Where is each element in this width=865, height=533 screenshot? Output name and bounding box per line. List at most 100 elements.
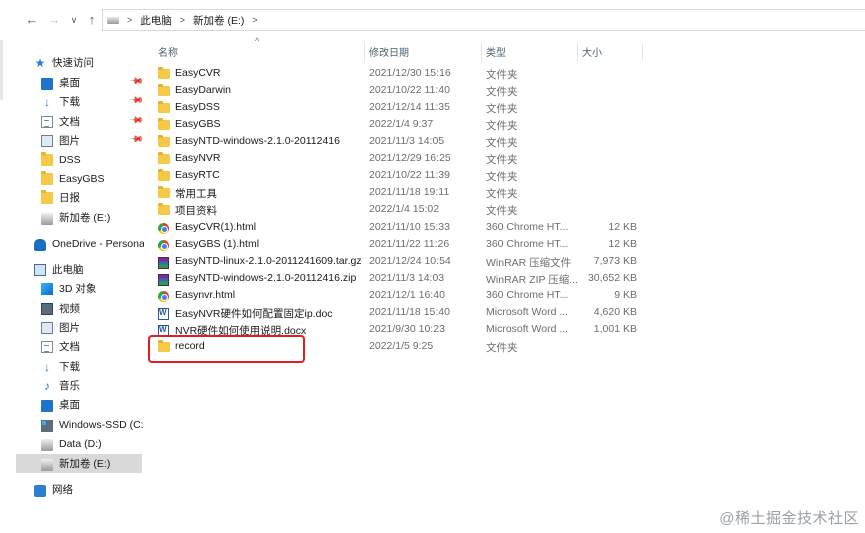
file-row[interactable]: EasyCVR(1).html 2021/11/10 15:33 360 Chrom… <box>156 220 656 237</box>
breadcrumb-separator-icon: > <box>252 15 258 25</box>
drive-icon <box>41 213 53 225</box>
file-icon-wrapper <box>158 273 170 286</box>
file-row[interactable]: EasyRTC 2021/10/22 11:39 文件夹 <box>156 168 656 185</box>
winrar-icon <box>158 273 169 286</box>
column-header-size[interactable]: 大小 <box>582 44 602 59</box>
column-divider[interactable] <box>642 43 643 61</box>
folder-icon <box>158 203 170 216</box>
nav-label: 新加卷 (E:) <box>59 212 111 224</box>
file-type: WinRAR ZIP 压缩... <box>486 273 578 286</box>
drive-icon <box>107 16 119 24</box>
desktop-icon <box>41 399 53 412</box>
star-icon: ★ <box>34 55 46 70</box>
videos-icon <box>41 303 53 315</box>
file-modified-date: 2021/12/30 15:16 <box>369 67 451 79</box>
file-size: 9 KB <box>614 288 637 301</box>
file-modified-date: 2021/9/30 10:23 <box>369 322 445 335</box>
breadcrumb-this-pc[interactable]: 此电脑 <box>140 13 172 28</box>
nav-item-drive-e[interactable]: 新加卷 (E:) <box>16 454 142 473</box>
nav-label: 新加卷 (E:) <box>59 458 111 470</box>
file-icon-wrapper <box>158 152 170 165</box>
nav-scrollbar[interactable] <box>0 40 3 100</box>
nav-onedrive[interactable]: OneDrive - Persona <box>34 234 144 253</box>
nav-label: 网络 <box>52 484 73 496</box>
network-icon <box>34 484 46 497</box>
file-modified-date: 2022/1/4 15:02 <box>369 203 440 216</box>
nav-item-drive-c[interactable]: Windows-SSD (C:) <box>41 415 143 434</box>
desktop-icon <box>41 77 53 90</box>
file-size: 12 KB <box>608 237 637 250</box>
breadcrumb-separator-icon: > <box>127 15 133 25</box>
file-row[interactable]: EasyNTD-linux-2.1.0-2011241609.tar.gz 202… <box>156 254 656 271</box>
nav-label: 图片 <box>59 135 80 147</box>
nav-label: 桌面 <box>59 399 80 411</box>
file-row[interactable]: EasyNTD-windows-2.1.0-20112416 2021/11/3 … <box>156 134 656 151</box>
file-type: 文件夹 <box>486 120 518 133</box>
up-arrow-icon[interactable]: ↑ <box>84 12 100 28</box>
file-modified-date: 2021/12/14 11:35 <box>369 101 450 114</box>
nav-label: 图片 <box>59 322 80 334</box>
file-name: EasyCVR(1).html <box>175 220 257 233</box>
column-header-name[interactable]: 名称 <box>158 44 178 59</box>
file-row[interactable]: EasyDSS 2021/12/14 11:35 文件夹 <box>156 100 656 117</box>
file-modified-date: 2022/1/5 9:25 <box>369 339 434 352</box>
windows-drive-icon <box>41 419 53 432</box>
back-arrow-icon[interactable]: ← <box>24 12 40 28</box>
file-row[interactable]: 项目资料 2022/1/4 15:02 文件夹 <box>156 202 656 219</box>
file-name: EasyNVR硬件如何配置固定ip.doc <box>175 307 333 320</box>
file-icon-wrapper <box>158 186 170 199</box>
breadcrumb-drive-e[interactable]: 新加卷 (E:) <box>193 13 244 28</box>
folder-icon <box>158 101 170 114</box>
file-icon-wrapper <box>158 290 170 302</box>
file-icon-wrapper <box>158 256 170 269</box>
file-type: Microsoft Word ... <box>486 322 569 335</box>
column-divider[interactable] <box>577 43 578 61</box>
computer-icon <box>34 264 46 276</box>
file-icon-wrapper <box>158 84 170 97</box>
column-header-modified[interactable]: 修改日期 <box>369 44 409 59</box>
file-size: 12 KB <box>608 220 637 233</box>
forward-arrow-icon[interactable]: → <box>46 12 62 28</box>
file-icon-wrapper <box>158 239 170 251</box>
file-type: 文件夹 <box>486 171 518 184</box>
file-modified-date: 2021/11/22 11:26 <box>369 237 450 250</box>
file-type: 文件夹 <box>486 341 518 354</box>
drive-icon <box>41 439 53 451</box>
file-row[interactable]: 常用工具 2021/11/18 19:11 文件夹 <box>156 185 656 202</box>
file-type: 文件夹 <box>486 103 518 116</box>
file-row[interactable]: EasyDarwin 2021/10/22 11:40 文件夹 <box>156 83 656 100</box>
column-divider[interactable] <box>364 43 365 61</box>
word-icon <box>158 307 169 320</box>
breadcrumb-separator-icon: > <box>179 15 186 25</box>
sort-ascending-chevron-icon: ^ <box>255 36 260 46</box>
navigation-pane: ★ 快速访问 桌面 📌 ↓ 下载 📌 文档 📌 图片 📌 DSS EasyGBS… <box>0 40 148 533</box>
file-size: 1,001 KB <box>593 322 637 335</box>
file-row[interactable]: EasyNVR硬件如何配置固定ip.doc 2021/11/18 15:40 Mic… <box>156 305 656 322</box>
file-row[interactable]: EasyNTD-windows-2.1.0-20112416.zip 2021/1… <box>156 271 656 288</box>
file-icon-wrapper <box>158 307 170 320</box>
file-row[interactable]: Easynvr.html 2021/12/1 16:40 360 Chrome HT… <box>156 288 656 305</box>
file-type: 文件夹 <box>486 86 518 99</box>
column-header-type[interactable]: 类型 <box>486 44 506 59</box>
file-modified-date: 2021/11/10 15:33 <box>369 220 450 233</box>
file-type: 文件夹 <box>486 69 518 81</box>
folder-icon <box>41 151 53 166</box>
download-icon: ↓ <box>44 94 50 109</box>
column-divider[interactable] <box>481 43 482 61</box>
file-list: ^ 名称 修改日期 类型 大小 EasyCVR 2021/12/30 15:16 文… <box>148 36 865 533</box>
file-size: 30,652 KB <box>587 271 637 284</box>
file-row[interactable]: EasyGBS (1).html 2021/11/22 11:26 360 Chro… <box>156 237 656 254</box>
file-name: 常用工具 <box>175 188 217 201</box>
file-row[interactable]: EasyNVR 2021/12/29 16:25 文件夹 <box>156 151 656 168</box>
file-icon-wrapper <box>158 67 170 80</box>
file-row[interactable]: EasyGBS 2022/1/4 9:37 文件夹 <box>156 117 656 134</box>
file-modified-date: 2021/12/24 10:54 <box>369 254 451 267</box>
file-row[interactable]: EasyCVR 2021/12/30 15:16 文件夹 <box>156 66 656 83</box>
address-field[interactable]: > 此电脑 > 新加卷 (E:) > <box>102 9 865 31</box>
recent-locations-chevron-icon[interactable]: ∨ <box>66 12 82 28</box>
nav-label: 此电脑 <box>52 264 84 276</box>
file-type: 文件夹 <box>486 154 518 167</box>
file-type: 文件夹 <box>486 137 518 150</box>
music-icon: ♪ <box>44 378 50 393</box>
nav-label: 快速访问 <box>52 57 94 69</box>
